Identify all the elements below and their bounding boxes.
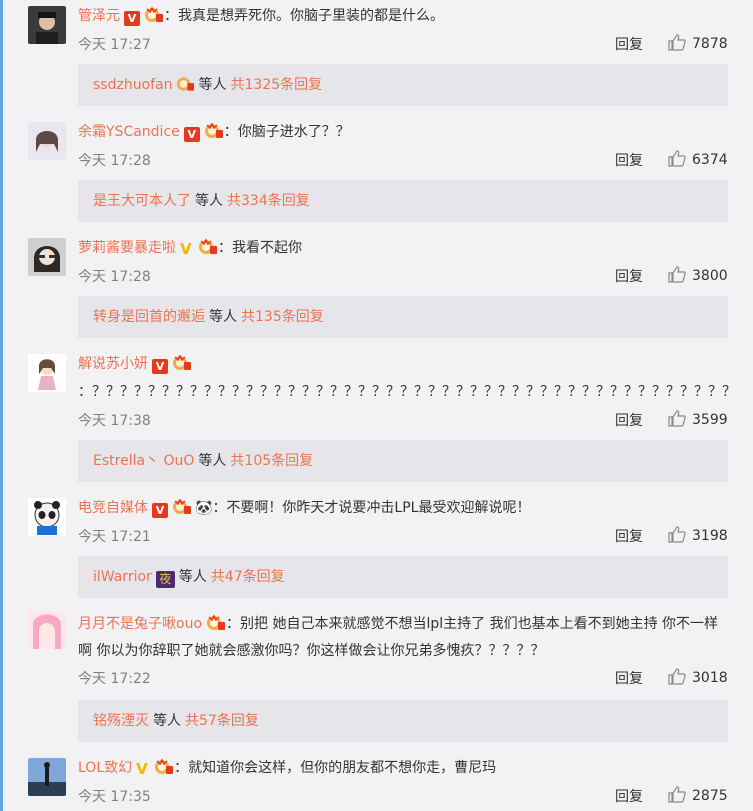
vip-crown-icon (199, 238, 217, 254)
left-accent-rule (0, 0, 3, 811)
avatar[interactable] (28, 758, 66, 796)
sub-reply-user[interactable]: 是王大可本人了 (93, 193, 191, 209)
username-link[interactable]: 管泽元 (78, 8, 120, 24)
sub-reply-user[interactable]: Estrella丶 OuO (93, 453, 194, 469)
like-count: 6374 (692, 152, 728, 168)
comment-text: ：就知道你会这样，但你的朋友都不想你走，曹尼玛 (174, 760, 497, 776)
like-button[interactable]: 3198 (668, 526, 728, 544)
sub-reply-etc: 等人 (153, 713, 181, 729)
avatar[interactable] (28, 611, 66, 649)
sub-reply-etc: 等人 (195, 193, 223, 209)
thumbs-up-icon (668, 526, 686, 543)
verified-v-icon: V (180, 240, 192, 258)
timestamp: 今天 17:28 (78, 269, 151, 285)
avatar[interactable] (28, 6, 66, 44)
sub-reply-user[interactable]: ilWarrior (93, 569, 152, 585)
sub-reply-etc: 等人 (198, 77, 227, 93)
vip-crown-icon (155, 758, 174, 774)
comment-text: ：我真是想弄死你。你脑子里装的都是什么。 (164, 8, 444, 24)
reply-button[interactable]: 回复 (615, 410, 643, 430)
comment-text: ：？？？？？？？？？？？？？？？？？？？？？？？？？？？？？？？？？？？？？？？… (78, 384, 736, 400)
verified-v-icon: V (183, 127, 200, 142)
like-count: 7878 (692, 36, 728, 52)
like-button[interactable]: 7878 (668, 34, 728, 52)
username-link[interactable]: 月月不是兔子啾ouo (78, 616, 202, 632)
thumbs-up-icon (668, 150, 686, 167)
timestamp: 今天 17:27 (78, 37, 151, 53)
timestamp: 今天 17:38 (78, 413, 151, 429)
vip-crown-icon (145, 6, 163, 22)
comment-text: ：你脑子进水了？？ (223, 124, 350, 140)
timestamp: 今天 17:21 (78, 529, 151, 545)
verified-v-icon: V (152, 503, 168, 518)
username-link[interactable]: 余霜YSCandice (78, 124, 180, 140)
like-count: 2875 (692, 788, 728, 804)
sub-reply-etc: 等人 (178, 569, 207, 585)
avatar[interactable] (28, 354, 66, 392)
reply-button[interactable]: 回复 (615, 668, 643, 688)
sub-reply-count-link[interactable]: 共334条回复 (227, 193, 310, 209)
verified-v-icon: V (152, 359, 168, 374)
sub-reply-count-link[interactable]: 共57条回复 (185, 713, 259, 729)
like-button[interactable]: 6374 (668, 150, 728, 168)
sub-reply-count-link[interactable]: 共1325条回复 (231, 77, 323, 93)
sub-reply-count-link[interactable]: 共135条回复 (241, 309, 324, 325)
sub-reply-count-link[interactable]: 共47条回复 (211, 569, 285, 585)
panda-emoji-icon: 🐼 (195, 500, 213, 516)
sub-reply-panel[interactable]: ssdzhuofan 等人 共1325条回复 (78, 64, 728, 106)
avatar[interactable] (28, 238, 66, 276)
vip-crown-icon (204, 122, 223, 138)
reply-button[interactable]: 回复 (615, 150, 643, 170)
timestamp: 今天 17:22 (78, 671, 151, 687)
thumbs-up-icon (668, 786, 686, 803)
like-button[interactable]: 3599 (668, 410, 728, 428)
verified-v-icon: V (124, 11, 140, 26)
username-link[interactable]: 解说苏小妍 (78, 356, 148, 372)
comment-text: ：我看不起你 (218, 240, 302, 256)
sub-reply-etc: 等人 (209, 309, 237, 325)
reply-button[interactable]: 回复 (615, 526, 643, 546)
thumbs-up-icon (668, 266, 686, 283)
like-count: 3800 (692, 268, 728, 284)
sub-reply-etc: 等人 (198, 453, 227, 469)
username-link[interactable]: LOL致幻 (78, 760, 132, 776)
verified-v-icon: V (136, 760, 148, 778)
username-link[interactable]: 电竞自媒体 (78, 500, 148, 516)
sub-reply-user[interactable]: 铭殇湮灭 (93, 713, 149, 729)
thumbs-up-icon (668, 668, 686, 685)
sub-reply-panel[interactable]: 转身是回首的邂逅 等人 共135条回复 (78, 296, 728, 338)
like-count: 3018 (692, 670, 728, 686)
username-link[interactable]: 萝莉酱要暴走啦 (78, 240, 176, 256)
sub-reply-user[interactable]: 转身是回首的邂逅 (93, 309, 205, 325)
vip-crown-icon (173, 498, 191, 514)
timestamp: 今天 17:28 (78, 153, 151, 169)
reply-button[interactable]: 回复 (615, 266, 643, 286)
reply-button[interactable]: 回复 (615, 786, 643, 806)
sub-reply-panel[interactable]: ilWarrior 夜等人 共47条回复 (78, 556, 728, 598)
like-button[interactable]: 3018 (668, 668, 728, 686)
like-button[interactable]: 2875 (668, 786, 728, 804)
reply-button[interactable]: 回复 (615, 34, 643, 54)
vip-crown-icon (207, 614, 226, 630)
like-count: 3599 (692, 412, 728, 428)
vip-crown-icon (176, 77, 194, 91)
thumbs-up-icon (668, 34, 686, 51)
night-badge-icon: 夜 (155, 571, 175, 588)
sub-reply-panel[interactable]: 铭殇湮灭 等人 共57条回复 (78, 700, 728, 742)
thumbs-up-icon (668, 410, 686, 427)
avatar[interactable] (28, 122, 66, 160)
like-button[interactable]: 3800 (668, 266, 728, 284)
sub-reply-user[interactable]: ssdzhuofan (93, 77, 173, 93)
sub-reply-count-link[interactable]: 共105条回复 (230, 453, 313, 469)
comment-text: ：不要啊！你昨天才说要冲击LPL最受欢迎解说呢！ (212, 500, 531, 516)
timestamp: 今天 17:35 (78, 789, 151, 805)
like-count: 3198 (692, 528, 728, 544)
avatar[interactable] (28, 498, 66, 536)
sub-reply-panel[interactable]: Estrella丶 OuO 等人 共105条回复 (78, 440, 728, 482)
vip-crown-icon (173, 354, 191, 370)
sub-reply-panel[interactable]: 是王大可本人了 等人 共334条回复 (78, 180, 728, 222)
